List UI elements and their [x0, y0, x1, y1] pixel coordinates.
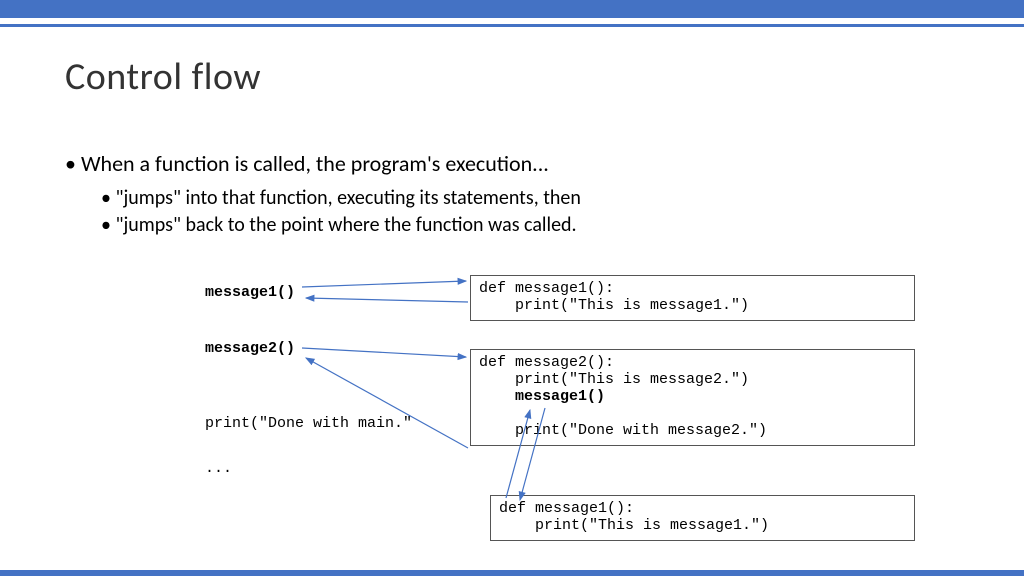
- code-line: def message1():: [499, 500, 906, 517]
- code-call-message2: message2(): [205, 340, 295, 357]
- bullet-level2-b: "jumps" back to the point where the func…: [101, 212, 964, 239]
- code-line: print("This is message1."): [499, 517, 906, 534]
- top-accent-bar: [0, 0, 1024, 18]
- code-line: def message1():: [479, 280, 906, 297]
- arrow-call-to-def2: [302, 348, 466, 357]
- arrow-return-from-def2: [306, 358, 468, 448]
- code-print-done: print("Done with main.": [205, 415, 412, 432]
- slide: Control flow When a function is called, …: [0, 0, 1024, 576]
- bullet-level1: When a function is called, the program's…: [65, 150, 964, 179]
- code-ellipsis: ...: [205, 460, 232, 477]
- code-line: message1(): [479, 388, 906, 405]
- code-line: def message2():: [479, 354, 906, 371]
- code-line: print("Done with message2."): [479, 422, 906, 439]
- def-message1-box-repeat: def message1(): print("This is message1.…: [490, 495, 915, 541]
- bullet-level2-a: "jumps" into that function, executing it…: [101, 185, 964, 212]
- slide-body: When a function is called, the program's…: [65, 150, 964, 239]
- code-blank-line: [479, 405, 906, 422]
- code-call-message1: message1(): [205, 284, 295, 301]
- def-message2-box: def message2(): print("This is message2.…: [470, 349, 915, 446]
- nested-call-message1: message1(): [515, 388, 605, 405]
- code-line: print("This is message1."): [479, 297, 906, 314]
- arrow-call-to-def1: [302, 281, 466, 287]
- slide-title: Control flow: [65, 54, 261, 100]
- def-message1-box: def message1(): print("This is message1.…: [470, 275, 915, 321]
- arrow-return-from-def1: [306, 298, 468, 302]
- bottom-accent-bar: [0, 570, 1024, 576]
- code-line: print("This is message2."): [479, 371, 906, 388]
- top-accent-line: [0, 24, 1024, 27]
